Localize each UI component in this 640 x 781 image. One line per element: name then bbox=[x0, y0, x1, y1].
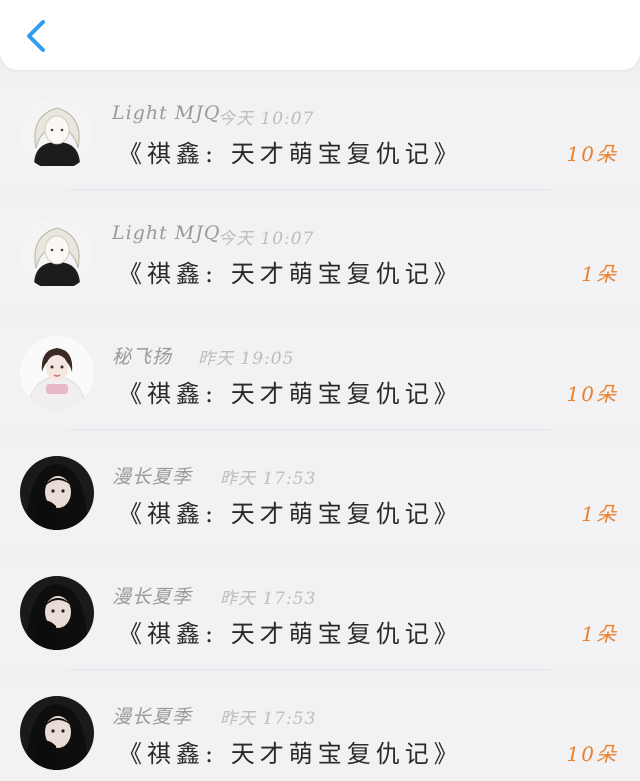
book-title: 《祺鑫: 天才萌宝复仇记》 bbox=[118, 740, 463, 768]
sender-name: 漫长夏季 bbox=[112, 466, 193, 488]
avatar[interactable] bbox=[20, 456, 94, 530]
list-item[interactable]: Light MJQ 今天 10:07 《祺鑫: 天才萌宝复仇记》 1朵 bbox=[0, 202, 640, 310]
book-title: 《祺鑫: 天才萌宝复仇记》 bbox=[118, 380, 463, 408]
list-item[interactable]: 漫长夏季 昨天 17:53 《祺鑫: 天才萌宝复仇记》 1朵 bbox=[0, 442, 640, 550]
book-title: 《祺鑫: 天才萌宝复仇记》 bbox=[118, 620, 463, 648]
book-title: 《祺鑫: 天才萌宝复仇记》 bbox=[118, 260, 463, 288]
list-item[interactable]: 秘飞扬 昨天 19:05 《祺鑫: 天才萌宝复仇记》 10朵 bbox=[0, 322, 640, 430]
timestamp: 昨天 17:53 bbox=[220, 709, 317, 729]
gift-amount: 10朵 bbox=[566, 742, 618, 766]
sender-name: Light MJQ bbox=[112, 222, 221, 244]
row-divider bbox=[70, 189, 550, 190]
timestamp: 今天 10:07 bbox=[218, 229, 315, 249]
gift-amount: 10朵 bbox=[566, 382, 618, 406]
avatar[interactable] bbox=[20, 216, 94, 290]
gift-amount: 1朵 bbox=[581, 262, 618, 286]
timestamp: 今天 10:07 bbox=[218, 109, 315, 129]
timestamp: 昨天 17:53 bbox=[220, 589, 317, 609]
list-item[interactable]: 漫长夏季 昨天 17:53 《祺鑫: 天才萌宝复仇记》 1朵 bbox=[0, 562, 640, 670]
back-button[interactable] bbox=[16, 14, 56, 58]
sender-name: 秘飞扬 bbox=[112, 346, 173, 368]
chevron-left-icon bbox=[27, 20, 45, 52]
row-divider bbox=[70, 429, 550, 430]
timestamp: 昨天 19:05 bbox=[198, 349, 295, 369]
gift-amount: 1朵 bbox=[581, 502, 618, 526]
top-bar bbox=[0, 0, 640, 70]
avatar[interactable] bbox=[20, 336, 94, 410]
sender-name: 漫长夏季 bbox=[112, 706, 193, 728]
row-divider bbox=[70, 669, 550, 670]
list-item[interactable]: 漫长夏季 昨天 17:53 《祺鑫: 天才萌宝复仇记》 10朵 bbox=[0, 682, 640, 781]
avatar[interactable] bbox=[20, 576, 94, 650]
avatar[interactable] bbox=[20, 696, 94, 770]
avatar[interactable] bbox=[20, 96, 94, 170]
book-title: 《祺鑫: 天才萌宝复仇记》 bbox=[118, 500, 463, 528]
book-title: 《祺鑫: 天才萌宝复仇记》 bbox=[118, 140, 463, 168]
sender-name: 漫长夏季 bbox=[112, 586, 193, 608]
list-item[interactable]: Light MJQ 今天 10:07 《祺鑫: 天才萌宝复仇记》 10朵 bbox=[0, 82, 640, 190]
gift-amount: 10朵 bbox=[566, 142, 618, 166]
timestamp: 昨天 17:53 bbox=[220, 469, 317, 489]
gift-amount: 1朵 bbox=[581, 622, 618, 646]
sender-name: Light MJQ bbox=[112, 102, 221, 124]
